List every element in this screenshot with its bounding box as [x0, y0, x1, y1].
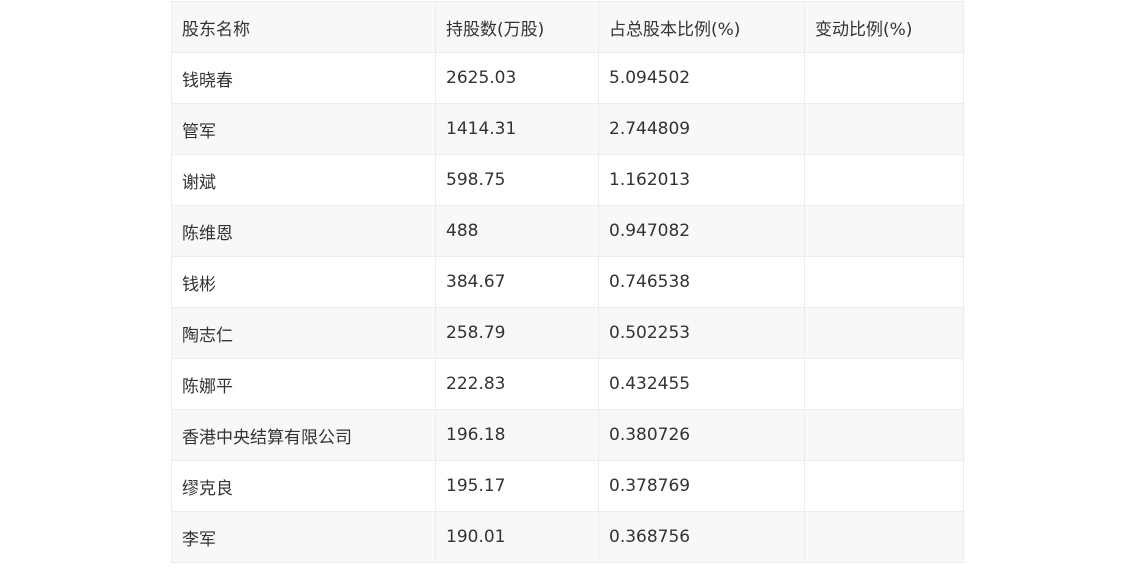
cell-share-ratio: 0.378769 [598, 460, 805, 512]
table-row: 陈维恩 488 0.947082 [171, 205, 964, 257]
shareholder-table-container: 股东名称 持股数(万股) 占总股本比例(%) 变动比例(%) 钱晓春 2625.… [171, 1, 964, 563]
cell-change-ratio [804, 103, 964, 155]
cell-share-ratio: 0.432455 [598, 358, 805, 410]
cell-shares-held: 195.17 [435, 460, 599, 512]
shareholder-table: 股东名称 持股数(万股) 占总股本比例(%) 变动比例(%) 钱晓春 2625.… [171, 1, 964, 563]
cell-share-ratio: 2.744809 [598, 103, 805, 155]
cell-shares-held: 258.79 [435, 307, 599, 359]
cell-shareholder-name: 缪克良 [171, 460, 436, 512]
cell-shareholder-name: 香港中央结算有限公司 [171, 409, 436, 461]
header-shares-held: 持股数(万股) [435, 1, 599, 53]
table-header: 股东名称 持股数(万股) 占总股本比例(%) 变动比例(%) [171, 1, 964, 53]
header-shareholder-name: 股东名称 [171, 1, 436, 53]
cell-shareholder-name: 陈维恩 [171, 205, 436, 257]
cell-change-ratio [804, 256, 964, 308]
header-row: 股东名称 持股数(万股) 占总股本比例(%) 变动比例(%) [171, 1, 964, 53]
table-row: 管军 1414.31 2.744809 [171, 103, 964, 155]
cell-shares-held: 190.01 [435, 511, 599, 563]
cell-shareholder-name: 陈娜平 [171, 358, 436, 410]
cell-share-ratio: 1.162013 [598, 154, 805, 206]
cell-shareholder-name: 谢斌 [171, 154, 436, 206]
cell-share-ratio: 0.502253 [598, 307, 805, 359]
table-row: 缪克良 195.17 0.378769 [171, 460, 964, 512]
table-row: 陶志仁 258.79 0.502253 [171, 307, 964, 359]
cell-shares-held: 2625.03 [435, 52, 599, 104]
cell-change-ratio [804, 52, 964, 104]
header-change-ratio: 变动比例(%) [804, 1, 964, 53]
cell-shares-held: 196.18 [435, 409, 599, 461]
cell-shareholder-name: 李军 [171, 511, 436, 563]
cell-share-ratio: 0.380726 [598, 409, 805, 461]
table-row: 李军 190.01 0.368756 [171, 511, 964, 563]
cell-share-ratio: 0.947082 [598, 205, 805, 257]
cell-shares-held: 598.75 [435, 154, 599, 206]
cell-shareholder-name: 陶志仁 [171, 307, 436, 359]
header-share-ratio: 占总股本比例(%) [598, 1, 805, 53]
cell-shares-held: 488 [435, 205, 599, 257]
table-row: 谢斌 598.75 1.162013 [171, 154, 964, 206]
cell-shareholder-name: 钱晓春 [171, 52, 436, 104]
table-row: 钱彬 384.67 0.746538 [171, 256, 964, 308]
cell-shares-held: 1414.31 [435, 103, 599, 155]
cell-change-ratio [804, 307, 964, 359]
table-row: 陈娜平 222.83 0.432455 [171, 358, 964, 410]
cell-shares-held: 222.83 [435, 358, 599, 410]
table-body: 钱晓春 2625.03 5.094502 管军 1414.31 2.744809… [171, 52, 964, 563]
cell-shareholder-name: 钱彬 [171, 256, 436, 308]
cell-shares-held: 384.67 [435, 256, 599, 308]
cell-share-ratio: 0.746538 [598, 256, 805, 308]
cell-change-ratio [804, 358, 964, 410]
cell-change-ratio [804, 511, 964, 563]
cell-change-ratio [804, 460, 964, 512]
cell-shareholder-name: 管军 [171, 103, 436, 155]
cell-share-ratio: 0.368756 [598, 511, 805, 563]
cell-change-ratio [804, 205, 964, 257]
cell-share-ratio: 5.094502 [598, 52, 805, 104]
cell-change-ratio [804, 154, 964, 206]
cell-change-ratio [804, 409, 964, 461]
table-row: 钱晓春 2625.03 5.094502 [171, 52, 964, 104]
table-row: 香港中央结算有限公司 196.18 0.380726 [171, 409, 964, 461]
